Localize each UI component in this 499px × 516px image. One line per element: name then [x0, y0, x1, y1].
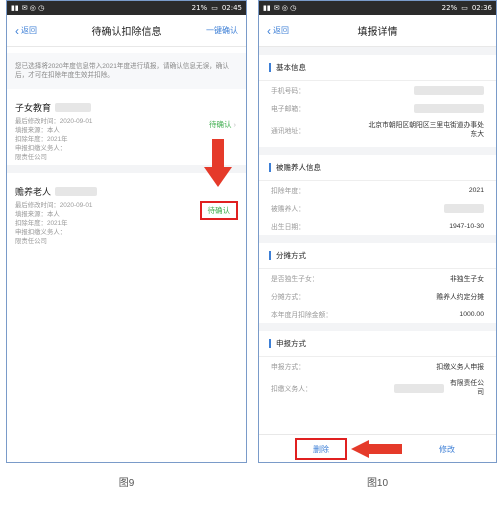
field-label: 扣除年度：: [271, 188, 305, 195]
row-filing-method: 申报方式： 扣缴义务人申报: [259, 357, 496, 375]
field-value: 赡养人约定分摊: [436, 294, 484, 301]
signal-icon: ▮▮: [11, 4, 19, 12]
card-meta-line: 扣除年度：2021年: [15, 136, 68, 143]
redacted-value: [414, 85, 484, 95]
redacted-name: [55, 187, 98, 196]
card-title: 子女教育: [15, 103, 52, 113]
row-only-child: 是否独生子女： 非独生子女: [259, 269, 496, 287]
status-label: 待确认: [207, 206, 231, 215]
field-value: 北京市朝阳区朝阳区三里屯街道办事处东大: [368, 122, 484, 138]
field-label: 电子邮箱：: [271, 106, 305, 113]
notification-icons: ✉ ◎ ◷: [21, 4, 45, 12]
battery-icon: ▭: [461, 4, 468, 12]
arrow-left-icon: [351, 440, 403, 458]
row-address: 通讯地址： 北京市朝阳区朝阳区三里屯街道办事处东大: [259, 117, 496, 147]
field-label: 出生日期：: [271, 224, 305, 231]
back-button[interactable]: ‹ 返回: [267, 25, 289, 37]
row-birth-date: 出生日期： 1947-10-30: [259, 217, 496, 235]
status-bar: ▮▮ ✉ ◎ ◷ 22% ▭ 02:36: [259, 1, 496, 15]
nav-bar: ‹ 返回 待确认扣除信息 一键确认: [7, 15, 246, 47]
field-label: 被赡养人：: [271, 206, 305, 213]
confirm-all-button[interactable]: 一键确认: [206, 25, 238, 36]
delete-button[interactable]: 删除: [295, 438, 347, 460]
battery-level: 22%: [441, 4, 458, 12]
status-bar: ▮▮ ✉ ◎ ◷ 21% ▭ 02:45: [7, 1, 246, 15]
status-pending[interactable]: 待确认 ›: [209, 119, 236, 130]
field-value: 1000.00: [459, 310, 484, 318]
clock: 02:45: [221, 4, 242, 12]
field-value: 1947-10-30: [449, 222, 484, 230]
chevron-left-icon: ‹: [267, 23, 271, 38]
redacted-value: [444, 203, 484, 213]
field-label: 分摊方式：: [271, 294, 305, 301]
edit-button[interactable]: 修改: [427, 438, 467, 460]
back-button[interactable]: ‹ 返回: [15, 25, 37, 37]
section-title: 申报方式: [276, 339, 306, 348]
field-label: 是否独生子女：: [271, 276, 319, 283]
nav-bar: ‹ 返回 填报详情: [259, 15, 496, 47]
section-basic-info: 基本信息 手机号码： 电子邮箱： 通讯地址： 北京市朝阳区朝阳区三里屯街道办事处…: [259, 55, 496, 155]
figure-caption-9: 图9: [118, 478, 135, 489]
row-monthly-amount: 本年度月扣除金额： 1000.00: [259, 305, 496, 323]
section-allocation: 分摊方式 是否独生子女： 非独生子女 分摊方式： 赡养人约定分摊 本年度月扣除金…: [259, 243, 496, 331]
notice-text: 您已选择将2020年度信息带入2021年度进行填报，请确认信息无误，确认后，才可…: [7, 53, 246, 89]
deduction-card-elderly-support[interactable]: 赡养老人 最后修改时间：2020-09-01 填报来源：本人 扣除年度：2021…: [7, 179, 246, 259]
section-title: 被赡养人信息: [276, 163, 321, 172]
clock: 02:36: [471, 4, 492, 12]
battery-level: 21%: [191, 4, 208, 12]
row-withholding-agent: 扣缴义务人： 有限责任公司: [259, 375, 496, 401]
card-meta-line: 申报扣缴义务人：: [15, 229, 67, 236]
card-meta-line: 最后修改时间：2020-09-01: [15, 118, 93, 125]
row-email: 电子邮箱：: [259, 99, 496, 117]
section-dependent-info: 被赡养人信息 扣除年度： 2021 被赡养人： 出生日期： 1947-10-30: [259, 155, 496, 243]
card-meta-line: 限责任公司: [15, 154, 47, 161]
card-meta-line: 限责任公司: [15, 238, 47, 245]
chevron-right-icon: ›: [233, 120, 237, 129]
back-label: 返回: [21, 26, 37, 35]
status-pending-highlighted[interactable]: 待确认: [199, 201, 238, 220]
redacted-value: [414, 103, 484, 113]
battery-icon: ▭: [211, 4, 218, 12]
row-deduction-year: 扣除年度： 2021: [259, 181, 496, 199]
section-title: 基本信息: [276, 63, 306, 72]
field-label: 扣缴义务人：: [271, 386, 312, 393]
field-label: 手机号码：: [271, 88, 305, 95]
status-label: 待确认: [209, 120, 232, 129]
field-label: 本年度月扣除金额：: [271, 312, 333, 319]
chevron-left-icon: ‹: [15, 23, 19, 38]
back-label: 返回: [273, 26, 289, 35]
bottom-action-bar: 删除 修改: [259, 434, 496, 462]
screen-pending-deductions: ▮▮ ✉ ◎ ◷ 21% ▭ 02:45 ‹ 返回 待确认扣除信息 一键确认 您…: [6, 0, 247, 463]
field-value: 扣缴义务人申报: [436, 364, 484, 371]
section-filing-method: 申报方式 申报方式： 扣缴义务人申报 扣缴义务人： 有限责任公司: [259, 331, 496, 401]
card-meta-line: 扣除年度：2021年: [15, 220, 68, 227]
redacted-value: [394, 383, 444, 393]
arrow-down-icon: [204, 139, 232, 189]
row-phone: 手机号码：: [259, 81, 496, 99]
row-allocation-method: 分摊方式： 赡养人约定分摊: [259, 287, 496, 305]
card-meta-line: 填报来源：本人: [15, 127, 60, 134]
row-dependent: 被赡养人：: [259, 199, 496, 217]
page-title: 填报详情: [357, 27, 398, 38]
figure-caption-10: 图10: [366, 478, 389, 489]
notification-icons: ✉ ◎ ◷: [273, 4, 297, 12]
screen-filing-details: ▮▮ ✉ ◎ ◷ 22% ▭ 02:36 ‹ 返回 填报详情 基本信息 手机号码…: [258, 0, 497, 463]
signal-icon: ▮▮: [263, 4, 271, 12]
field-value: 非独生子女: [450, 276, 484, 283]
redacted-name: [55, 103, 92, 112]
field-label: 通讯地址：: [271, 128, 305, 135]
field-value: 有限责任公司: [450, 380, 484, 396]
field-value: 2021: [468, 186, 484, 194]
card-meta-line: 申报扣缴义务人：: [15, 145, 67, 152]
card-title: 赡养老人: [15, 187, 52, 197]
section-title: 分摊方式: [276, 251, 306, 260]
field-label: 申报方式：: [271, 364, 305, 371]
